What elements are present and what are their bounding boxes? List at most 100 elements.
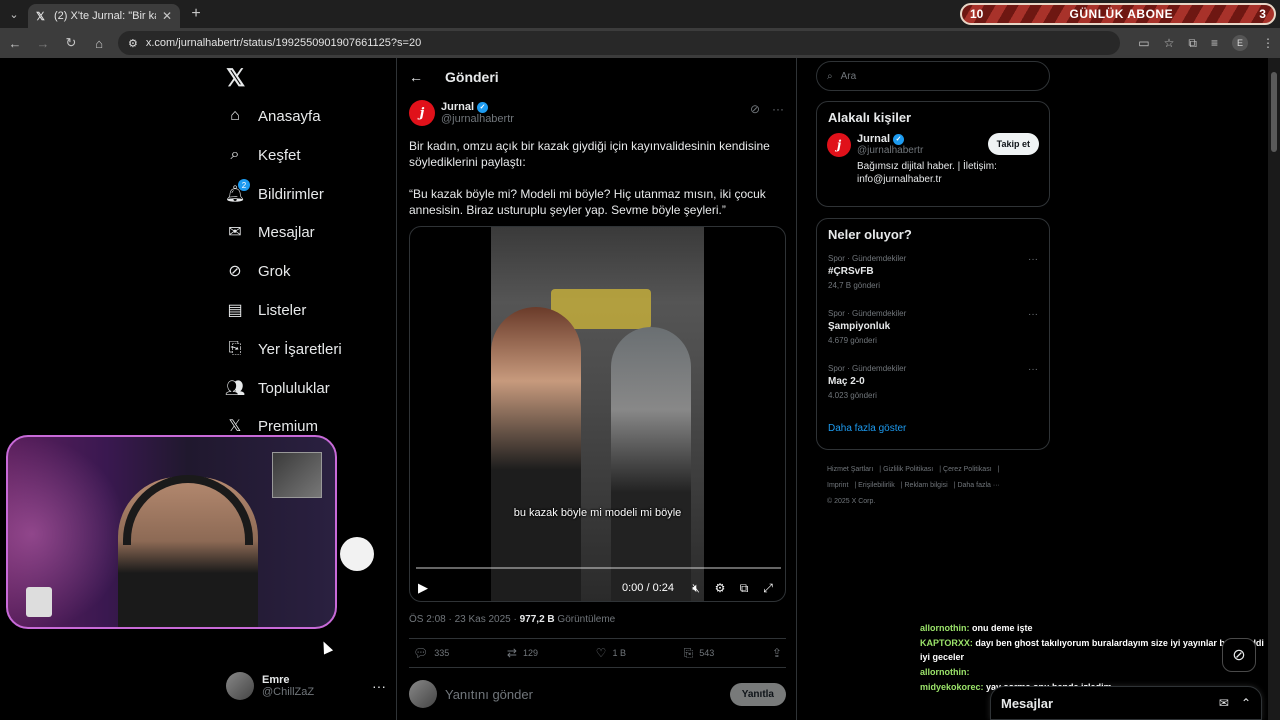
view-count: 977,2 B — [519, 614, 555, 625]
search-placeholder: Ara — [840, 70, 857, 82]
fullscreen-icon[interactable]: ⤢ — [756, 581, 780, 596]
trend-item[interactable]: Spor · Gündemdekiler #ÇRSvFB 24,7 B gönd… — [817, 254, 1049, 309]
nav-notifications[interactable]: 🔔︎ 2 Bildirimler — [225, 179, 324, 209]
scrollbar[interactable] — [1268, 58, 1280, 720]
settings-icon[interactable]: ⚙ — [708, 581, 732, 595]
more-icon[interactable]: ··· — [1028, 364, 1038, 375]
new-message-icon[interactable]: ✉ — [1219, 696, 1229, 710]
repost-action[interactable]: ⇄ 129 — [507, 646, 538, 660]
nav-label: Grok — [258, 262, 291, 280]
avatar — [226, 672, 254, 700]
play-icon[interactable]: ▶ — [418, 580, 434, 596]
bell-icon: 🔔︎ 2 — [225, 179, 250, 203]
reload-icon[interactable]: ↻ — [62, 35, 80, 51]
search-input[interactable]: ⌕ Ara — [816, 61, 1050, 91]
back-arrow-icon[interactable]: ← — [409, 69, 423, 85]
footer-link[interactable]: Reklam bilgisi — [905, 482, 948, 489]
nav-communities[interactable]: 👥︎ Topluluklar — [225, 373, 330, 403]
jurnal-avatar[interactable]: j — [409, 100, 435, 126]
chevron-up-icon[interactable]: ⌃ — [1241, 696, 1251, 710]
account-switcher[interactable]: Emre @ChillZaZ ··· — [226, 672, 386, 700]
reading-list-icon[interactable]: ≡ — [1211, 36, 1218, 50]
post-text-quote: “Bu kazak böyle mi? Modeli mi böyle? Hiç… — [409, 187, 766, 217]
jurnal-avatar[interactable]: j — [827, 133, 851, 157]
nav-messages[interactable]: ✉ Mesajlar — [226, 217, 314, 247]
reply-button[interactable]: Yanıtla — [729, 682, 786, 706]
author-name: Jurnal — [441, 101, 475, 113]
follow-button[interactable]: Takip et — [987, 133, 1039, 155]
person-bio: Bağımsız dijital haber. | İletişim: info… — [857, 161, 997, 185]
person-handle: @jurnalhabertr — [857, 145, 924, 156]
x-logo-icon[interactable]: 𝕏 — [226, 64, 245, 93]
video-progress-bar[interactable] — [416, 567, 781, 569]
reply-input[interactable]: Yanıtını gönder — [445, 687, 722, 702]
nav-lists[interactable]: ▤ Listeler — [226, 295, 306, 325]
footer-link[interactable]: Çerez Politikası — [943, 466, 992, 473]
chat-message: allornothin: — [920, 665, 1264, 679]
new-tab-icon[interactable]: + — [184, 5, 208, 23]
nav-home[interactable]: ⌂ Anasayfa — [226, 101, 320, 131]
grok-explain-icon[interactable]: ⊘ — [750, 102, 760, 116]
show-more-link[interactable]: Daha fazla göster — [817, 419, 1049, 446]
bookmark-action[interactable]: ⎘ 543 — [684, 646, 715, 661]
trend-count: 4.679 gönderi — [828, 336, 877, 345]
browser-tab[interactable]: 𝕏 (2) X'te Jurnal: "Bir kadın, omzu ✕ — [28, 4, 180, 28]
chat-text: onu deme işte — [969, 623, 1033, 633]
chat-user: KAPTORXX: — [920, 638, 973, 648]
related-person[interactable]: j Jurnal ✓ @jurnalhabertr Bağımsız dijit… — [817, 133, 1049, 186]
more-icon[interactable]: ··· — [1028, 254, 1038, 265]
share-action[interactable]: ⇪ — [772, 646, 782, 660]
cast-icon[interactable]: ▭ — [1138, 36, 1149, 50]
chat-user: allornothin: — [920, 623, 970, 633]
bookmark-icon: ⎘ — [683, 645, 694, 660]
back-icon[interactable]: ← — [6, 36, 24, 51]
home-icon[interactable]: ⌂ — [90, 36, 108, 51]
star-icon[interactable]: ☆ — [1164, 36, 1175, 50]
messages-drawer[interactable]: Mesajlar ✉ ⌃ — [990, 686, 1262, 720]
profile-avatar[interactable]: E — [1232, 35, 1248, 51]
bookmark-icon: ⎘ — [228, 340, 242, 357]
nav-grok[interactable]: ⊘ Grok — [226, 256, 291, 286]
nav-explore[interactable]: ⌕ Keşfet — [226, 140, 301, 170]
messages-title: Mesajlar — [1001, 695, 1054, 711]
address-bar: ← → ↻ ⌂ ⚙ x.com/jurnalhabertr/status/199… — [0, 28, 1280, 58]
more-icon[interactable]: ··· — [1028, 309, 1038, 320]
person-name-row: Jurnal ✓ — [857, 133, 1007, 145]
post-author[interactable]: j Jurnal ✓ @jurnalhabertr — [409, 100, 514, 126]
nav-bookmarks[interactable]: ⎘ Yer İşaretleri — [226, 334, 342, 364]
mute-icon[interactable]: 🔇︎ — [684, 581, 708, 596]
extensions-icon[interactable]: ⧉ — [1188, 36, 1197, 51]
trend-item[interactable]: Spor · Gündemdekiler Şampiyonluk 4.679 g… — [817, 309, 1049, 364]
tab-search-icon[interactable]: ⌄ — [0, 0, 28, 28]
pip-icon[interactable]: ⧉ — [732, 581, 756, 596]
footer-link[interactable]: Daha fazla ··· — [957, 482, 999, 489]
more-icon[interactable]: ··· — [372, 678, 386, 694]
close-icon[interactable]: ✕ — [162, 9, 172, 23]
verified-icon: ✓ — [477, 101, 489, 113]
post-header: ← Gönderi — [409, 66, 499, 88]
menu-icon[interactable]: ⋮ — [1262, 36, 1274, 50]
nav-label: Premium — [258, 417, 319, 435]
reply-action[interactable]: 💬︎ 335 — [413, 646, 449, 660]
search-icon: ⌕ — [230, 146, 240, 163]
url-field[interactable]: ⚙ x.com/jurnalhabertr/status/19925509019… — [118, 31, 1121, 55]
footer-link[interactable]: Gizlilik Politikası — [883, 466, 933, 473]
trend-name: Şampiyonluk — [828, 321, 891, 332]
footer-link[interactable]: Erişilebilirlik — [858, 482, 895, 489]
panel-title: Alakalı kişiler — [828, 110, 912, 125]
video-player[interactable]: bu kazak böyle mi modeli mi böyle ▶ 0:00… — [409, 226, 786, 602]
reply-count: 335 — [434, 648, 450, 658]
chat-user: midyekokorec: — [920, 682, 984, 692]
site-info-icon[interactable]: ⚙ — [128, 37, 138, 50]
forward-icon[interactable]: → — [34, 36, 52, 51]
like-count: 1 B — [612, 648, 626, 658]
grok-button[interactable]: ⊘ — [1222, 638, 1256, 672]
more-icon[interactable]: ··· — [772, 102, 784, 116]
view-label: Görüntüleme — [554, 614, 616, 625]
footer-link[interactable]: Hizmet Şartları — [827, 466, 873, 473]
scroll-thumb[interactable] — [1271, 72, 1277, 152]
footer-link[interactable]: Imprint — [827, 482, 848, 489]
like-action[interactable]: ♡ 1 B — [596, 646, 626, 660]
trends-panel: Neler oluyor? Spor · Gündemdekiler #ÇRSv… — [816, 218, 1050, 450]
trend-item[interactable]: Spor · Gündemdekiler Maç 2-0 4.023 gönde… — [817, 364, 1049, 419]
